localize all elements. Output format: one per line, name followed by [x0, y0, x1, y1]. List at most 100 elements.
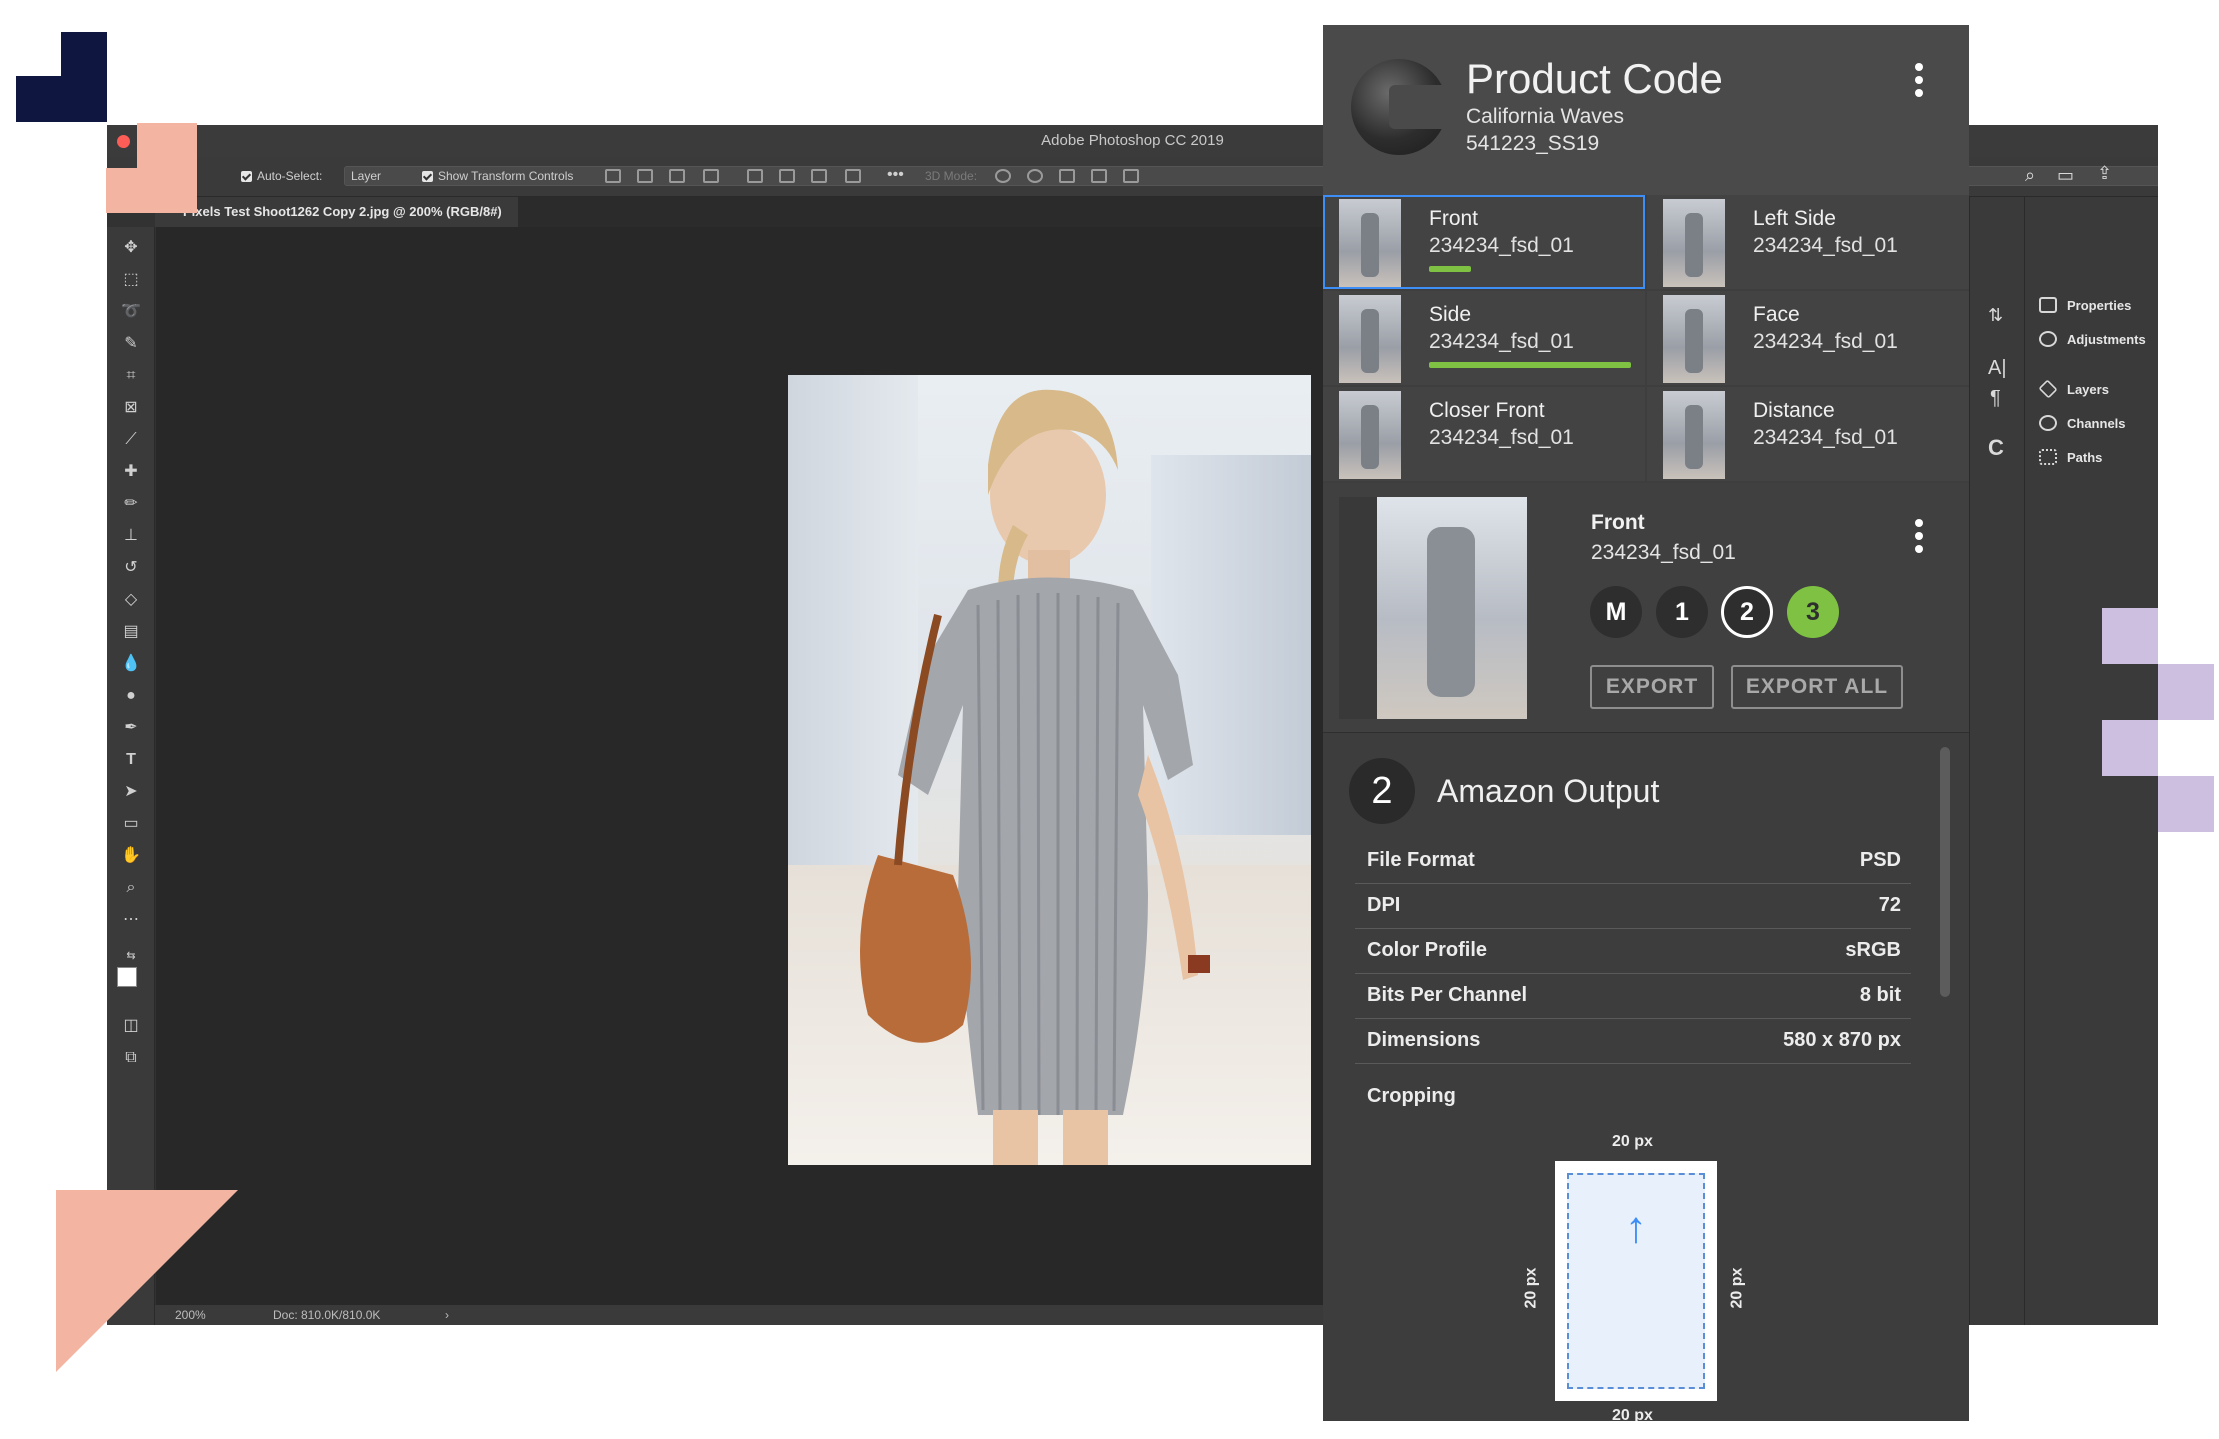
option-2-button[interactable]: 2 — [1721, 586, 1773, 638]
close-window-icon[interactable] — [117, 135, 130, 148]
view-cell-distance[interactable]: Distance 234234_fsd_01 — [1647, 387, 1969, 481]
zoom-tool-icon[interactable]: ⌕ — [119, 877, 143, 899]
view-name: Closer Front — [1429, 399, 1545, 422]
option-1-button[interactable]: 1 — [1656, 586, 1708, 638]
view-thumbnail — [1663, 391, 1725, 479]
view-name: Distance — [1753, 399, 1835, 422]
brush-tool-icon[interactable]: ✏ — [119, 493, 143, 515]
show-transform-label: Show Transform Controls — [438, 169, 574, 183]
view-thumbnail — [1663, 199, 1725, 287]
screen-mode-icon[interactable]: ⧉ — [119, 1047, 143, 1069]
panel-paths[interactable]: Paths — [2039, 449, 2102, 465]
character-icon[interactable]: A| — [1988, 357, 2007, 380]
align-top-icon[interactable] — [747, 169, 763, 183]
option-m-button[interactable]: M — [1590, 586, 1642, 638]
3d-roll-icon[interactable] — [1027, 169, 1043, 183]
3d-orbit-icon[interactable] — [995, 169, 1011, 183]
panel-label: Properties — [2067, 297, 2132, 313]
show-transform-checkbox[interactable]: Show Transform Controls — [422, 169, 573, 183]
plugin-logo-icon[interactable]: C — [1988, 435, 2004, 461]
move-tool-icon[interactable]: ✥ — [119, 237, 143, 259]
pen-tool-icon[interactable]: ✒ — [119, 717, 143, 739]
output-scrollbar[interactable] — [1940, 747, 1950, 997]
view-cell-face[interactable]: Face 234234_fsd_01 — [1647, 291, 1969, 385]
share-icon[interactable]: ⇪ — [2097, 163, 2112, 184]
panel-label: Adjustments — [2067, 331, 2146, 347]
edit-toolbar-icon[interactable]: ⋯ — [119, 909, 143, 931]
decorative-lavender-block — [2158, 664, 2214, 720]
3d-pan-icon[interactable] — [1059, 169, 1075, 183]
rectangle-tool-icon[interactable]: ▭ — [119, 813, 143, 835]
align-bottom-icon[interactable] — [811, 169, 827, 183]
search-icon[interactable]: ⌕ — [2025, 165, 2035, 186]
stamp-tool-icon[interactable]: ⊥ — [119, 525, 143, 547]
distribute-vertical-icon[interactable] — [845, 169, 861, 183]
view-cell-left-side[interactable]: Left Side 234234_fsd_01 — [1647, 195, 1969, 289]
view-cell-side[interactable]: Side 234234_fsd_01 — [1323, 291, 1645, 385]
checkbox-icon — [241, 170, 252, 182]
3d-slide-icon[interactable] — [1091, 169, 1107, 183]
distribute-icon[interactable] — [703, 169, 719, 183]
type-tool-icon[interactable]: T — [119, 749, 143, 771]
row-key: Bits Per Channel — [1367, 984, 1528, 1006]
align-right-icon[interactable] — [669, 169, 685, 183]
workspace-icon[interactable]: ▭ — [2057, 165, 2074, 186]
output-section: 2 Amazon Output File Format PSD DPI 72 C… — [1323, 733, 1969, 1421]
align-left-icon[interactable] — [605, 169, 621, 183]
properties-icon — [2039, 297, 2057, 313]
blur-tool-icon[interactable]: 💧 — [119, 653, 143, 675]
frame-tool-icon[interactable]: ⊠ — [119, 397, 143, 419]
view-code: 234234_fsd_01 — [1753, 234, 1898, 257]
eraser-tool-icon[interactable]: ◇ — [119, 589, 143, 611]
dodge-tool-icon[interactable]: ● — [119, 685, 143, 707]
panel-layers[interactable]: Layers — [2038, 379, 2109, 399]
crop-tool-icon[interactable]: ⌗ — [119, 365, 143, 387]
panel-channels[interactable]: Channels — [2039, 415, 2126, 431]
healing-brush-icon[interactable]: ✚ — [119, 461, 143, 483]
header-more-icon[interactable] — [1915, 63, 1923, 102]
product-photo — [788, 375, 1311, 1165]
selected-view-detail: Front 234234_fsd_01 M 1 2 3 EXPORT EXPOR… — [1323, 483, 1969, 733]
status-arrow-icon[interactable]: › — [445, 1305, 449, 1325]
quick-select-tool-icon[interactable]: ✎ — [119, 333, 143, 355]
foreground-color-swatch[interactable] — [117, 967, 137, 987]
panel-adjustments[interactable]: Adjustments — [2039, 331, 2146, 347]
window-title: Adobe Photoshop CC 2019 — [1041, 132, 1224, 149]
decorative-lavender-block — [2102, 608, 2158, 664]
decorative-lavender-block — [2102, 720, 2158, 776]
view-cell-closer-front[interactable]: Closer Front 234234_fsd_01 — [1323, 387, 1645, 481]
crop-area[interactable]: ↑ — [1567, 1173, 1705, 1389]
swap-colors-icon[interactable]: ⇆ — [119, 945, 143, 967]
crop-left-label: 20 px — [1522, 1267, 1540, 1309]
product-code-plugin-panel: Product Code California Waves 541223_SS1… — [1323, 25, 1969, 1421]
hand-tool-icon[interactable]: ✋ — [119, 845, 143, 867]
more-options-button[interactable]: ••• — [887, 166, 904, 184]
export-button[interactable]: EXPORT — [1590, 665, 1714, 709]
paragraph-icon[interactable]: ¶ — [1990, 387, 2001, 410]
path-select-icon[interactable]: ➤ — [119, 781, 143, 803]
history-icon[interactable]: ⇅ — [1988, 305, 2003, 326]
lasso-tool-icon[interactable]: ➰ — [119, 301, 143, 323]
gradient-tool-icon[interactable]: ▤ — [119, 621, 143, 643]
eyedropper-tool-icon[interactable]: ⟋ — [119, 429, 143, 451]
decorative-lavender-block — [2158, 776, 2214, 832]
view-cell-front[interactable]: Front 234234_fsd_01 — [1323, 195, 1645, 289]
align-center-icon[interactable] — [637, 169, 653, 183]
panel-icon-strip: ⇅ A| ¶ C — [1969, 197, 2025, 1325]
option-3-button[interactable]: 3 — [1787, 586, 1839, 638]
auto-select-checkbox[interactable]: Auto-Select: — [241, 169, 322, 183]
export-all-button[interactable]: EXPORT ALL — [1731, 665, 1903, 709]
panel-properties[interactable]: Properties — [2039, 297, 2131, 313]
product-subtitle: California Waves 541223_SS19 — [1466, 103, 1624, 157]
3d-scale-icon[interactable] — [1123, 169, 1139, 183]
view-name: Front — [1429, 207, 1479, 230]
detail-view-name: Front — [1591, 511, 1645, 534]
detail-more-icon[interactable] — [1915, 519, 1923, 558]
view-thumbnail — [1339, 391, 1401, 479]
history-brush-icon[interactable]: ↺ — [119, 557, 143, 579]
align-middle-icon[interactable] — [779, 169, 795, 183]
document-tab[interactable]: Pixels Test Shoot1262 Copy 2.jpg @ 200% … — [155, 197, 518, 227]
detail-image — [1339, 497, 1527, 719]
quick-mask-icon[interactable]: ◫ — [119, 1015, 143, 1037]
marquee-tool-icon[interactable]: ⬚ — [119, 269, 143, 291]
